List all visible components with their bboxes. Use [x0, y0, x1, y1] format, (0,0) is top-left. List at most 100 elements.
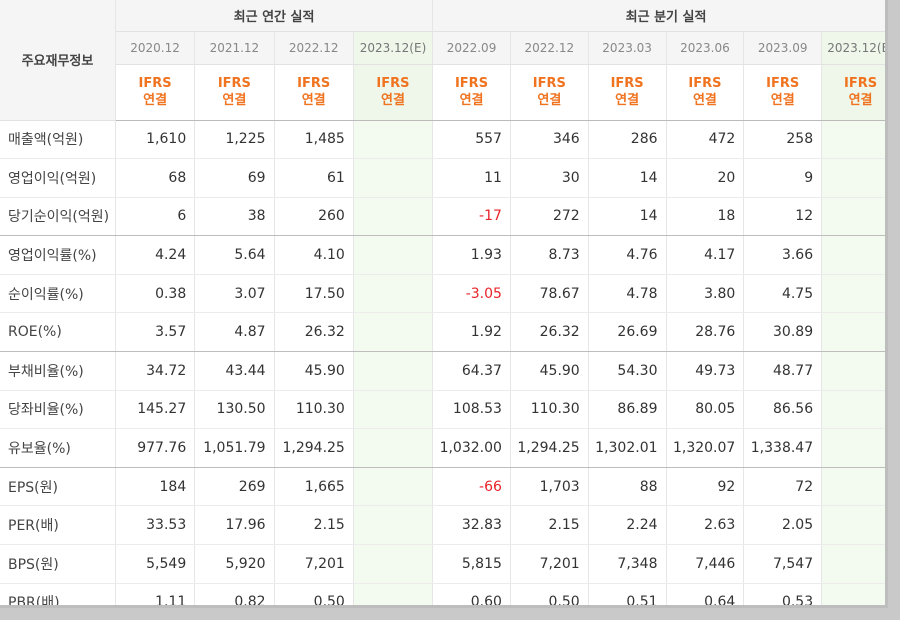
quarterly-value-cell [821, 351, 885, 391]
quarterly-value-cell: 14 [588, 158, 667, 198]
annual-value-cell: 5,549 [115, 544, 196, 584]
annual-value-cell: 1,485 [274, 120, 354, 160]
annual-value-cell: 4.87 [194, 312, 275, 353]
accounting-standard-header: IFRS 연결 [115, 64, 196, 121]
row-label: PBR(배) [0, 583, 116, 605]
table-row: 당기순이익(억원) 6 38 260 -17 272 14 18 12 [0, 197, 885, 237]
quarterly-value-cell: 1,302.01 [588, 428, 667, 468]
accounting-standard-header: IFRS 연결 [743, 64, 823, 121]
row-label: PER(배) [0, 505, 116, 546]
annual-value-cell: 26.32 [274, 312, 354, 353]
annual-value-cell: 38 [194, 197, 275, 237]
quarterly-value-cell: 30 [510, 158, 589, 198]
quarterly-value-cell [821, 197, 885, 237]
quarterly-value-cell: 28.76 [666, 312, 745, 353]
row-label: 유보율(%) [0, 428, 116, 468]
quarterly-value-cell: 272 [510, 197, 589, 237]
annual-value-cell: 977.76 [115, 428, 196, 468]
consolidation-label: 연결 [537, 93, 562, 108]
accounting-standard-header: IFRS 연결 [194, 64, 275, 121]
accounting-standard-label: IFRS [844, 76, 878, 91]
annual-value-cell: 1,225 [194, 120, 275, 160]
table-row: PBR(배) 1.11 0.82 0.50 0.60 0.50 0.51 0.64 0.53 [0, 583, 885, 605]
quarterly-value-cell: 0.53 [743, 583, 823, 605]
quarterly-value-cell: 2.05 [743, 505, 823, 546]
annual-value-cell: 45.90 [274, 351, 354, 391]
period-header: 2023.12(E) [353, 31, 434, 65]
quarterly-value-cell [821, 312, 885, 353]
annual-value-cell: 17.50 [274, 274, 354, 314]
table-row: PER(배) 33.53 17.96 2.15 32.83 2.15 2.24 2.63 2.0… [0, 505, 885, 546]
quarterly-value-cell: 64.37 [432, 351, 511, 391]
annual-value-cell: 4.24 [115, 235, 196, 275]
annual-value-cell: 0.38 [115, 274, 196, 314]
quarterly-value-cell: -66 [432, 467, 511, 507]
row-label: 당기순이익(억원) [0, 197, 116, 237]
period-header: 2023.03 [588, 31, 667, 65]
annual-value-cell: 0.82 [194, 583, 275, 605]
period-header: 2023.06 [666, 31, 745, 65]
quarterly-value-cell: 11 [432, 158, 511, 198]
quarterly-value-cell [821, 583, 885, 605]
quarterly-value-cell: 2.24 [588, 505, 667, 546]
annual-value-cell: 61 [274, 158, 354, 198]
annual-value-cell [353, 158, 434, 198]
period-header: 2023.12(E) [821, 31, 885, 65]
quarterly-value-cell: 1,338.47 [743, 428, 823, 468]
row-label: BPS(원) [0, 544, 116, 584]
annual-value-cell: 43.44 [194, 351, 275, 391]
consolidation-label: 연결 [692, 93, 717, 108]
accounting-standard-label: IFRS [766, 76, 800, 91]
table-row: 당좌비율(%) 145.27 130.50 110.30 108.53 110.30 86.… [0, 390, 885, 430]
period-header: 2021.12 [194, 31, 275, 65]
period-header: 2023.09 [743, 31, 823, 65]
quarterly-value-cell [821, 390, 885, 430]
accounting-standard-label: IFRS [688, 76, 722, 91]
accounting-standard-header: IFRS 연결 [588, 64, 667, 121]
annual-value-cell: 1,051.79 [194, 428, 275, 468]
annual-value-cell: 184 [115, 467, 196, 507]
row-label: 부채비율(%) [0, 351, 116, 391]
consolidation-label: 연결 [381, 93, 405, 108]
quarterly-value-cell: 557 [432, 120, 511, 160]
annual-value-cell [353, 390, 434, 430]
row-label: 영업이익률(%) [0, 235, 116, 275]
quarterly-value-cell: 0.51 [588, 583, 667, 605]
quarterly-value-cell: 54.30 [588, 351, 667, 391]
accounting-standard-label: IFRS [297, 76, 331, 91]
quarterly-value-cell: 2.63 [666, 505, 745, 546]
quarterly-value-cell [821, 235, 885, 275]
row-label: ROE(%) [0, 312, 116, 353]
row-label: 순이익률(%) [0, 274, 116, 314]
quarterly-value-cell: 286 [588, 120, 667, 160]
annual-value-cell [353, 351, 434, 391]
quarterly-value-cell: 7,547 [743, 544, 823, 584]
quarterly-value-cell: -3.05 [432, 274, 511, 314]
quarterly-value-cell: 1,703 [510, 467, 589, 507]
quarterly-value-cell: 45.90 [510, 351, 589, 391]
row-label: 당좌비율(%) [0, 390, 116, 430]
table-row: 매출액(억원) 1,610 1,225 1,485 557 346 286 472 258 [0, 120, 885, 160]
quarterly-value-cell: 12 [743, 197, 823, 237]
annual-value-cell [353, 274, 434, 314]
annual-value-cell [353, 544, 434, 584]
annual-value-cell: 260 [274, 197, 354, 237]
annual-value-cell: 110.30 [274, 390, 354, 430]
quarterly-value-cell [821, 274, 885, 314]
annual-value-cell: 1,294.25 [274, 428, 354, 468]
quarterly-value-cell: 4.78 [588, 274, 667, 314]
quarterly-value-cell [821, 467, 885, 507]
quarterly-value-cell: 1,320.07 [666, 428, 745, 468]
quarterly-value-cell: 110.30 [510, 390, 589, 430]
annual-value-cell: 2.15 [274, 505, 354, 546]
quarterly-value-cell: 258 [743, 120, 823, 160]
period-header: 2022.09 [432, 31, 511, 65]
consolidation-label: 연결 [615, 93, 640, 108]
annual-group-header: 최근 연간 실적 [115, 0, 434, 32]
quarterly-value-cell: 88 [588, 467, 667, 507]
annual-value-cell: 0.50 [274, 583, 354, 605]
quarterly-value-cell: 0.60 [432, 583, 511, 605]
consolidation-label: 연결 [848, 93, 873, 108]
accounting-standard-header: IFRS 연결 [666, 64, 745, 121]
annual-value-cell: 68 [115, 158, 196, 198]
